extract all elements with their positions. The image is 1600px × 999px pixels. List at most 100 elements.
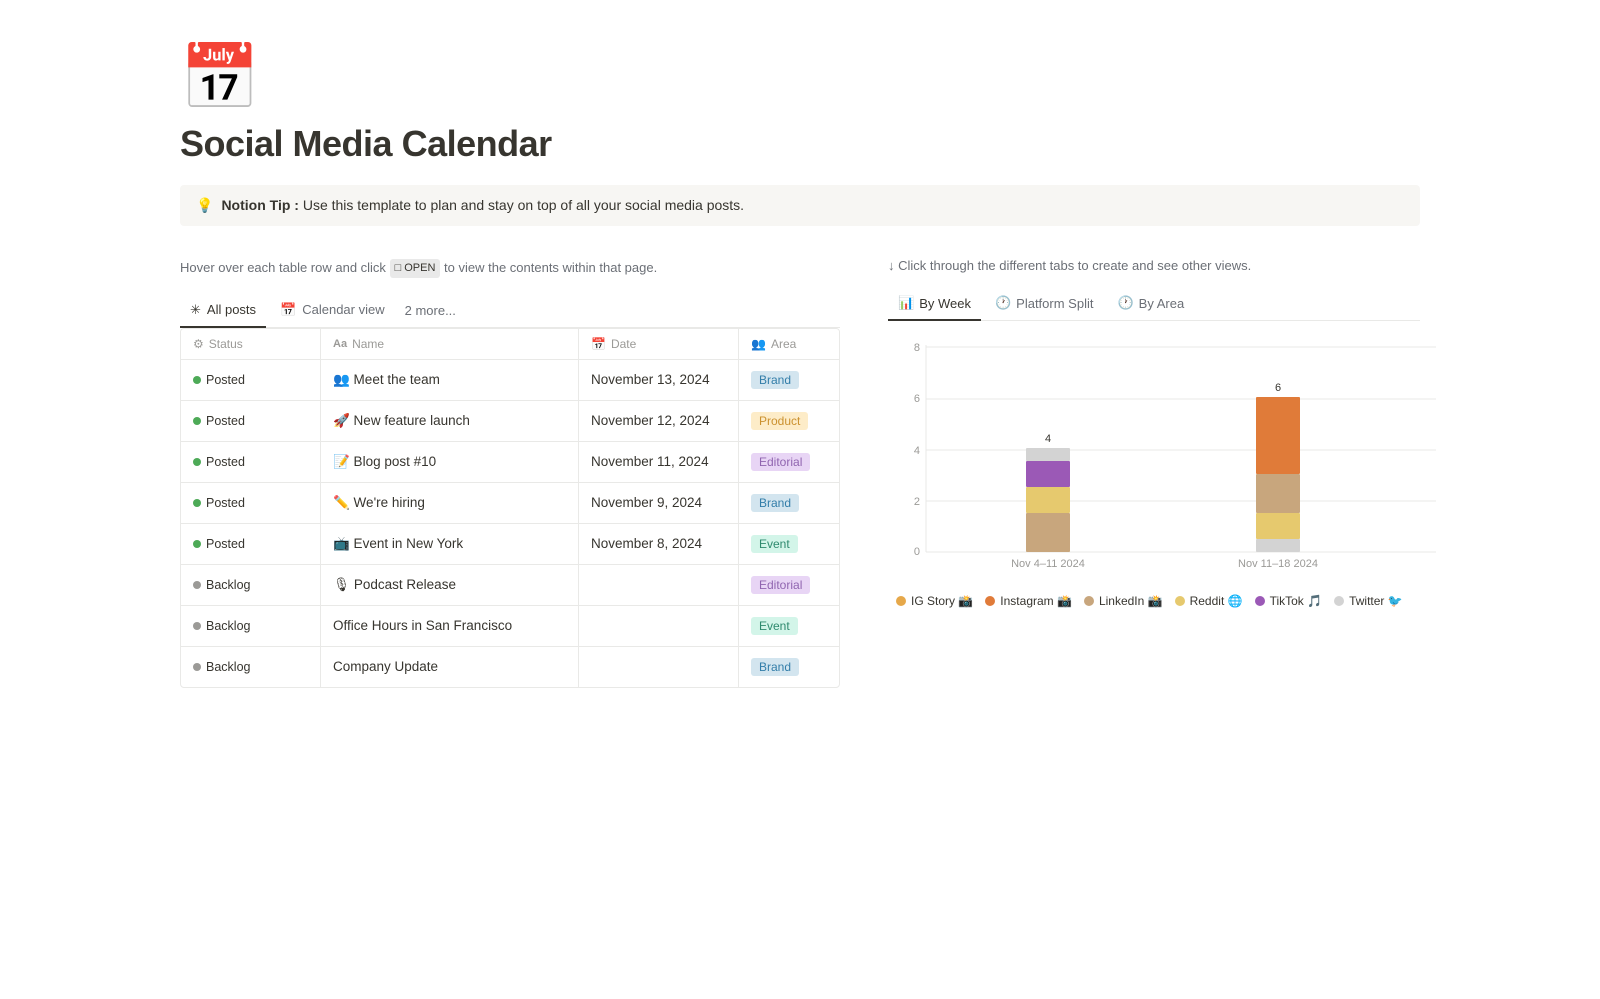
chart-tab-by-week[interactable]: 📊 By Week bbox=[888, 287, 981, 321]
legend-label-instagram: Instagram 📸 bbox=[1000, 594, 1072, 608]
row-date-2: November 11, 2024 bbox=[591, 454, 709, 469]
td-name-7: Company Update bbox=[321, 647, 579, 687]
legend-dot-instagram bbox=[985, 596, 995, 606]
td-date-7 bbox=[579, 647, 739, 687]
status-badge-3: Posted bbox=[193, 496, 245, 510]
table-row[interactable]: Backlog Office Hours in San Francisco Ev… bbox=[181, 606, 839, 647]
svg-text:Nov 4–11 2024: Nov 4–11 2024 bbox=[1011, 558, 1085, 570]
status-dot-4 bbox=[193, 540, 201, 548]
th-status: ⚙ Status bbox=[181, 329, 321, 359]
chart-container: 8 6 4 2 0 bbox=[888, 321, 1420, 616]
chart-tab-platform-split[interactable]: 🕐 Platform Split bbox=[985, 287, 1104, 321]
table-row[interactable]: Posted 📺 Event in New York November 8, 2… bbox=[181, 524, 839, 565]
th-date-label: Date bbox=[611, 337, 636, 351]
td-date-5 bbox=[579, 565, 739, 605]
td-area-5: Editorial bbox=[739, 565, 839, 605]
open-badge: □ OPEN bbox=[390, 259, 441, 278]
area-badge-4: Event bbox=[751, 535, 798, 553]
td-area-1: Product bbox=[739, 401, 839, 441]
td-status-1: Posted bbox=[181, 401, 321, 441]
td-status-3: Posted bbox=[181, 483, 321, 523]
th-area-icon: 👥 bbox=[751, 337, 766, 351]
area-badge-6: Event bbox=[751, 617, 798, 635]
status-dot-6 bbox=[193, 622, 201, 630]
legend-ig-story: IG Story 📸 bbox=[896, 594, 973, 608]
area-badge-7: Brand bbox=[751, 658, 799, 676]
legend-dot-ig-story bbox=[896, 596, 906, 606]
th-name-icon: Aa bbox=[333, 338, 347, 350]
svg-text:4: 4 bbox=[1045, 433, 1051, 445]
table-row[interactable]: Posted 📝 Blog post #10 November 11, 2024… bbox=[181, 442, 839, 483]
chart-tab-platform-label: Platform Split bbox=[1016, 296, 1093, 311]
tab-calendar-view[interactable]: 📅 Calendar view bbox=[270, 294, 395, 328]
legend-label-tiktok: TikTok 🎵 bbox=[1270, 594, 1323, 608]
hint-part1: Hover over each table row and click bbox=[180, 260, 386, 275]
tab-calendar-label: Calendar view bbox=[302, 302, 384, 317]
status-badge-4: Posted bbox=[193, 537, 245, 551]
status-label-6: Backlog bbox=[206, 619, 250, 633]
td-area-0: Brand bbox=[739, 360, 839, 400]
area-badge-3: Brand bbox=[751, 494, 799, 512]
table-row[interactable]: Posted 👥 Meet the team November 13, 2024… bbox=[181, 360, 839, 401]
chart-tab-by-area[interactable]: 🕐 By Area bbox=[1107, 287, 1194, 321]
table-row[interactable]: Posted ✏️ We're hiring November 9, 2024 … bbox=[181, 483, 839, 524]
table-row[interactable]: Backlog 🎙 Podcast Release Editorial bbox=[181, 565, 839, 606]
th-status-icon: ⚙ bbox=[193, 337, 204, 351]
status-dot-5 bbox=[193, 581, 201, 589]
td-area-2: Editorial bbox=[739, 442, 839, 482]
td-date-2: November 11, 2024 bbox=[579, 442, 739, 482]
status-dot-3 bbox=[193, 499, 201, 507]
page-container: 📅 Social Media Calendar 💡 Notion Tip : U… bbox=[100, 0, 1500, 748]
tab-all-posts-icon: ✳ bbox=[190, 302, 201, 318]
td-status-6: Backlog bbox=[181, 606, 321, 646]
content-area: Hover over each table row and click □ OP… bbox=[180, 258, 1420, 688]
chart-tab-by-week-label: By Week bbox=[919, 296, 971, 311]
tab-all-posts-label: All posts bbox=[207, 302, 256, 317]
td-area-4: Event bbox=[739, 524, 839, 564]
tab-more[interactable]: 2 more... bbox=[399, 295, 462, 326]
svg-text:6: 6 bbox=[1275, 382, 1281, 394]
legend-label-ig-story: IG Story 📸 bbox=[911, 594, 973, 608]
row-name-6: Office Hours in San Francisco bbox=[333, 618, 512, 633]
notion-tip: 💡 Notion Tip : Use this template to plan… bbox=[180, 185, 1420, 226]
table-row[interactable]: Backlog Company Update Brand bbox=[181, 647, 839, 687]
status-label-4: Posted bbox=[206, 537, 245, 551]
row-name-7: Company Update bbox=[333, 659, 438, 674]
legend-dot-tiktok bbox=[1255, 596, 1265, 606]
tip-content: Notion Tip : Use this template to plan a… bbox=[221, 197, 744, 213]
td-status-7: Backlog bbox=[181, 647, 321, 687]
legend-dot-reddit bbox=[1175, 596, 1185, 606]
svg-text:6: 6 bbox=[914, 393, 920, 405]
status-dot-1 bbox=[193, 417, 201, 425]
area-badge-2: Editorial bbox=[751, 453, 810, 471]
td-name-6: Office Hours in San Francisco bbox=[321, 606, 579, 646]
th-date-icon: 📅 bbox=[591, 337, 606, 351]
row-date-3: November 9, 2024 bbox=[591, 495, 702, 510]
legend-dot-twitter bbox=[1334, 596, 1344, 606]
legend-instagram: Instagram 📸 bbox=[985, 594, 1072, 608]
legend-dot-linkedin bbox=[1084, 596, 1094, 606]
hint-text: Hover over each table row and click □ OP… bbox=[180, 258, 840, 278]
page-title: Social Media Calendar bbox=[180, 123, 1420, 165]
table-row[interactable]: Posted 🚀 New feature launch November 12,… bbox=[181, 401, 839, 442]
td-date-6 bbox=[579, 606, 739, 646]
right-hint: ↓ Click through the different tabs to cr… bbox=[888, 258, 1420, 273]
status-label-7: Backlog bbox=[206, 660, 250, 674]
th-area-label: Area bbox=[771, 337, 796, 351]
tab-all-posts[interactable]: ✳ All posts bbox=[180, 294, 266, 328]
chart-legend: IG Story 📸 Instagram 📸 LinkedIn 📸 Reddit… bbox=[896, 594, 1412, 608]
tab-calendar-icon: 📅 bbox=[280, 302, 296, 318]
chart-tab-by-week-icon: 📊 bbox=[898, 295, 914, 311]
legend-reddit: Reddit 🌐 bbox=[1175, 594, 1243, 608]
area-badge-5: Editorial bbox=[751, 576, 810, 594]
area-badge-1: Product bbox=[751, 412, 808, 430]
legend-twitter: Twitter 🐦 bbox=[1334, 594, 1403, 608]
td-status-2: Posted bbox=[181, 442, 321, 482]
td-date-3: November 9, 2024 bbox=[579, 483, 739, 523]
td-date-0: November 13, 2024 bbox=[579, 360, 739, 400]
row-date-4: November 8, 2024 bbox=[591, 536, 702, 551]
legend-label-reddit: Reddit 🌐 bbox=[1190, 594, 1243, 608]
td-status-5: Backlog bbox=[181, 565, 321, 605]
svg-text:0: 0 bbox=[914, 546, 920, 558]
svg-text:8: 8 bbox=[914, 342, 920, 354]
